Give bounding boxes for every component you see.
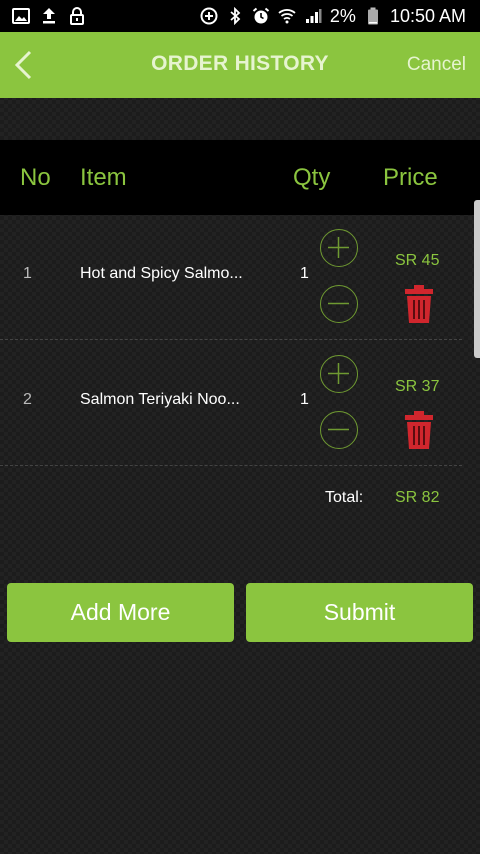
item-name: Salmon Teriyaki Noo... <box>80 391 240 408</box>
status-time: 10:50 AM <box>389 5 466 26</box>
submit-button[interactable]: Submit <box>246 583 473 642</box>
row-divider <box>0 465 462 466</box>
app-header: ORDER HISTORY Cancel <box>0 32 480 98</box>
column-header-qty: Qty <box>293 164 331 191</box>
battery-icon <box>364 7 382 25</box>
increment-button[interactable] <box>320 229 358 267</box>
scrollbar[interactable] <box>474 200 480 358</box>
column-header-no: No <box>20 164 51 191</box>
trash-icon[interactable] <box>404 284 434 324</box>
item-price: SR 45 <box>395 252 440 269</box>
row-number: 2 <box>23 391 32 408</box>
status-bar: 2% 10:50 AM <box>0 0 480 32</box>
item-quantity: 1 <box>300 265 309 282</box>
decrement-button[interactable] <box>320 411 358 449</box>
row-number: 1 <box>23 265 32 282</box>
total-label: Total: <box>325 489 364 506</box>
alarm-icon <box>252 7 270 25</box>
wifi-icon <box>278 7 296 25</box>
increment-button[interactable] <box>320 355 358 393</box>
signal-icon <box>304 7 322 25</box>
minus-icon <box>328 428 349 431</box>
minus-icon <box>328 302 349 305</box>
add-more-button[interactable]: Add More <box>7 583 234 642</box>
column-header-price: Price <box>383 164 438 191</box>
plus-icon <box>328 363 349 384</box>
row-divider <box>0 339 462 340</box>
bluetooth-icon <box>226 7 244 25</box>
plus-icon <box>328 237 349 258</box>
item-name: Hot and Spicy Salmo... <box>80 265 243 282</box>
item-price: SR 37 <box>395 378 440 395</box>
upload-icon <box>40 7 58 25</box>
column-header-item: Item <box>80 164 127 191</box>
table-header: No Item Qty Price <box>0 140 480 215</box>
lock-icon <box>68 7 86 25</box>
trash-icon[interactable] <box>404 410 434 450</box>
item-quantity: 1 <box>300 391 309 408</box>
data-saver-icon <box>200 7 218 25</box>
total-value: SR 82 <box>395 489 440 506</box>
cancel-button[interactable]: Cancel <box>407 54 466 76</box>
battery-percent: 2% <box>329 5 356 26</box>
image-icon <box>12 7 30 25</box>
decrement-button[interactable] <box>320 285 358 323</box>
